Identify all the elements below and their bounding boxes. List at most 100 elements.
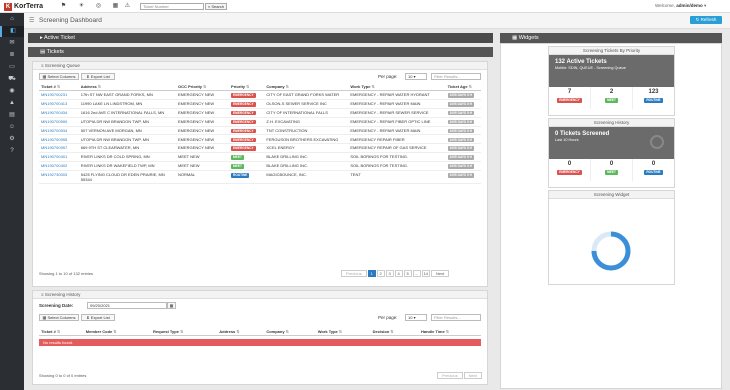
history-col-header[interactable]: Ticket #⇅ — [39, 327, 84, 336]
ticket-number-link[interactable]: MN190700401 — [39, 152, 79, 162]
inbox-icon[interactable]: ✉ — [0, 38, 24, 49]
globe-icon[interactable]: ◎ — [95, 3, 102, 10]
sort-icon[interactable]: ⇅ — [390, 329, 393, 334]
ticket-search-input[interactable]: Ticket Number — [140, 3, 204, 10]
truck-icon[interactable]: ⛟ — [0, 74, 24, 85]
queue-filter-input[interactable]: Filter Results... — [431, 73, 481, 80]
active-ticket-header[interactable]: ▸ Active Ticket — [28, 33, 493, 43]
menu-toggle-icon[interactable]: ☰ — [29, 17, 34, 24]
stat-emergency[interactable]: 7 EMERGENCY — [549, 87, 591, 109]
sort-icon[interactable]: ⇅ — [339, 329, 342, 334]
calendar-icon[interactable]: ▦ — [112, 3, 119, 10]
sort-icon[interactable]: ⇅ — [236, 329, 239, 334]
export-list-button[interactable]: ⬇ Export List — [81, 73, 115, 80]
history-col-header[interactable]: Decision⇅ — [370, 327, 419, 336]
next-page-button[interactable]: Next — [431, 270, 450, 277]
history-export-list-button[interactable]: ⬇ Export List — [81, 314, 115, 321]
sort-icon[interactable]: ⇅ — [469, 84, 472, 89]
previous-page-button[interactable]: Previous — [341, 270, 367, 277]
queue-col-header[interactable]: OCC Priority⇅ — [176, 82, 230, 91]
document-icon[interactable]: ▤ — [0, 110, 24, 121]
stat-routine[interactable]: 0 ROUTINE — [633, 159, 674, 181]
calendar-icon[interactable]: ▦ — [167, 302, 176, 309]
page-button[interactable]: ... — [412, 270, 421, 277]
page-button[interactable]: 2 — [376, 270, 385, 277]
settings-icon[interactable]: ⚙ — [0, 134, 24, 145]
history-select-columns-button[interactable]: ▦ Select Columns — [39, 314, 79, 321]
ticket-number-link[interactable]: MN190700957 — [39, 143, 79, 154]
page-button[interactable]: 4 — [394, 270, 403, 277]
queue-col-header[interactable]: Work Type⇅ — [348, 82, 446, 91]
history-col-header[interactable]: Address⇅ — [217, 327, 265, 336]
user-menu[interactable]: admin/demo — [676, 3, 703, 8]
per-page-select[interactable]: 10 ▾ — [405, 73, 427, 80]
history-col-header[interactable]: Request Type⇅ — [151, 327, 218, 336]
stat-emergency[interactable]: 0 EMERGENCY — [549, 159, 591, 181]
ticket-number-link[interactable]: MN190700231 — [39, 90, 79, 100]
help-icon[interactable]: ? — [0, 146, 24, 157]
ticket-number-link[interactable]: MN190700534 — [39, 126, 79, 136]
sort-icon[interactable]: ⇅ — [286, 329, 289, 334]
queue-col-header[interactable]: Priority⇅ — [229, 82, 265, 91]
history-col-header[interactable]: Work Type⇅ — [315, 327, 371, 336]
tag-icon[interactable]: ⚑ — [60, 3, 67, 10]
queue-col-header[interactable]: Address⇅ — [78, 82, 176, 91]
ticket-number-link[interactable]: MN190700413 — [39, 99, 79, 109]
queue-col-header[interactable]: Ticket Age⇅ — [445, 82, 481, 91]
sort-icon[interactable]: ⇅ — [98, 84, 101, 89]
queue-col-header[interactable]: Ticket #⇅ — [39, 82, 79, 91]
sort-icon[interactable]: ⇅ — [180, 329, 183, 334]
ticket-number-link[interactable]: MN190700590 — [39, 117, 79, 127]
list-icon[interactable]: ≣ — [0, 50, 24, 61]
chevron-down-icon[interactable]: ▾ — [704, 3, 706, 8]
table-row[interactable]: MN190700231 17th ST NW EAST GRAND FORKS, … — [39, 90, 481, 100]
chart-icon[interactable]: ▲ — [0, 98, 24, 109]
history-col-header[interactable]: Company⇅ — [264, 327, 316, 336]
select-columns-button[interactable]: ▦ Select Columns — [39, 73, 79, 80]
sort-icon[interactable]: ⇅ — [286, 84, 289, 89]
table-row[interactable]: MN190700401 RIVER LINKS DR COLD SPRING, M… — [39, 152, 481, 162]
page-button[interactable]: 14 — [421, 270, 431, 277]
history-col-header[interactable]: Member Code⇅ — [83, 327, 152, 336]
page-button[interactable]: 5 — [403, 270, 412, 277]
stat-meet[interactable]: 0 MEET — [591, 159, 633, 181]
table-row[interactable]: MN192730003 5425 FLYING CLOUD DR EDEN PRA… — [39, 170, 481, 185]
next-page-button[interactable]: Next — [463, 372, 482, 379]
map-icon[interactable]: ◉ — [0, 86, 24, 97]
table-row[interactable]: MN190700534 507 VERNON AVE MORGAN, MN EMER… — [39, 126, 481, 136]
previous-page-button[interactable]: Previous — [437, 372, 463, 379]
user-icon[interactable]: ☺ — [0, 122, 24, 133]
home-icon[interactable]: ⌂ — [0, 14, 24, 25]
ticket-number-link[interactable]: MN192730003 — [39, 170, 79, 185]
ticket-number-link[interactable]: MN190700955 — [39, 134, 79, 145]
queue-col-header[interactable]: Company⇅ — [264, 82, 349, 91]
history-col-header[interactable]: Handle Time⇅ — [418, 327, 481, 336]
page-button[interactable]: 3 — [385, 270, 394, 277]
lightbulb-icon[interactable]: ☀ — [78, 3, 85, 10]
sort-icon[interactable]: ⇅ — [57, 329, 60, 334]
screening-date-input[interactable]: 09/20/2021 — [87, 302, 167, 309]
table-row[interactable]: MN190700590 UTOPIA DR NW BRANDON TWP, MN E… — [39, 117, 481, 127]
sort-icon[interactable]: ⇅ — [203, 84, 206, 89]
dashboard-icon[interactable]: ◧ — [0, 26, 24, 37]
sort-icon[interactable]: ⇅ — [246, 84, 249, 89]
page-button[interactable]: 1 — [367, 270, 376, 277]
ticket-number-link[interactable]: MN190700402 — [39, 161, 79, 171]
screen-icon[interactable]: ▭ — [0, 62, 24, 73]
history-filter-input[interactable]: Filter Results... — [431, 314, 481, 321]
table-row[interactable]: MN190700413 11990 LAKE LN LINDSTROM, MN EM… — [39, 99, 481, 109]
table-row[interactable]: MN190700434 1616 2nd AVE C INTERNATIONAL … — [39, 108, 481, 118]
table-row[interactable]: MN190700402 RIVER LINKS DR WAKEFIELD TWP,… — [39, 161, 481, 171]
table-row[interactable]: MN190700955 UTOPIA DR NW BRANDON TWP, MN E… — [39, 134, 481, 145]
sort-icon[interactable]: ⇅ — [57, 84, 60, 89]
stat-routine[interactable]: 123 ROUTINE — [633, 87, 674, 109]
table-row[interactable]: MN190700957 669 9TH ST CLEARWATER, MN EMER… — [39, 143, 481, 154]
ticket-number-link[interactable]: MN190700434 — [39, 108, 79, 118]
sort-icon[interactable]: ⇅ — [446, 329, 449, 334]
stat-meet[interactable]: 2 MEET — [591, 87, 633, 109]
sort-icon[interactable]: ⇅ — [113, 329, 116, 334]
logo[interactable]: K KorTerra — [4, 2, 43, 11]
refresh-button[interactable]: ↻ Refresh — [690, 16, 722, 24]
history-per-page-select[interactable]: 10 ▾ — [405, 314, 427, 321]
alert-icon[interactable]: ⚠ — [124, 3, 131, 10]
